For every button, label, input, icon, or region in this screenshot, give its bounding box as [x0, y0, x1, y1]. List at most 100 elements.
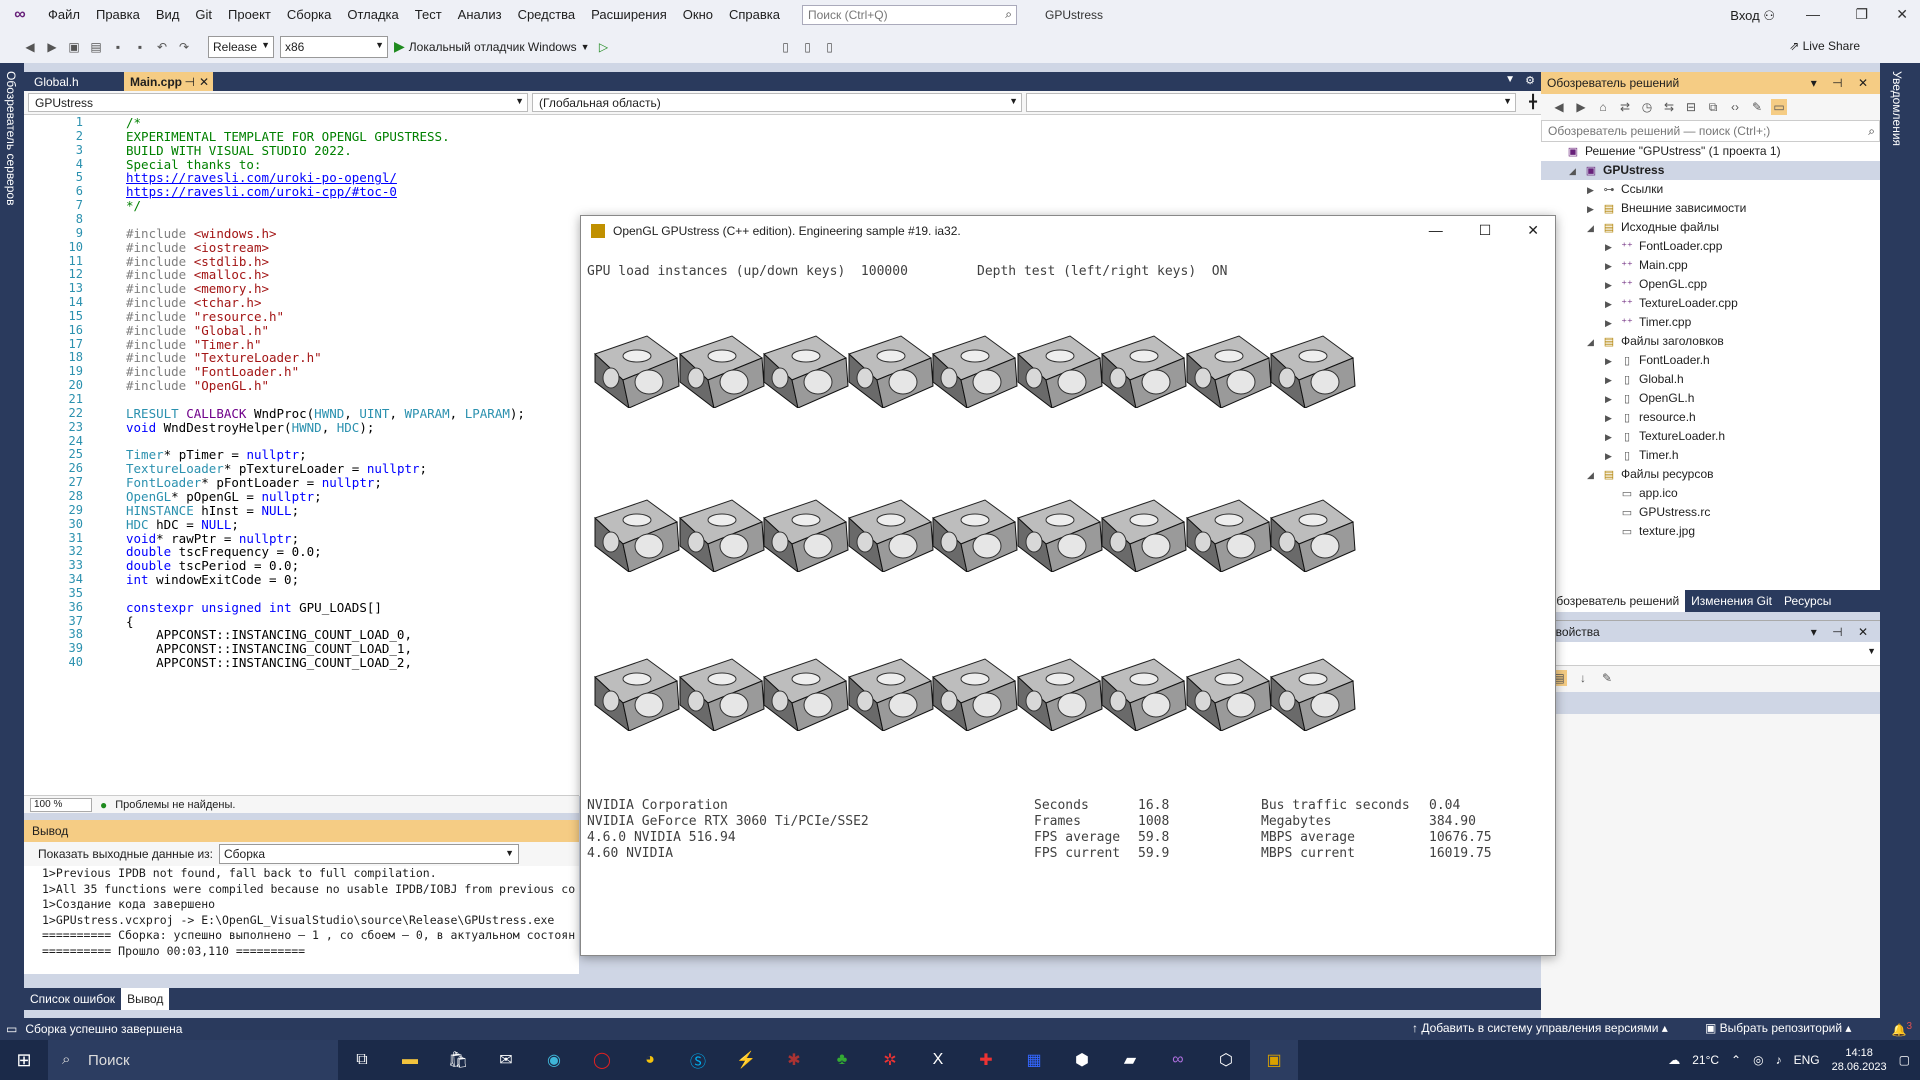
close-button[interactable]: ✕: [1527, 222, 1539, 239]
code-line[interactable]: TextureLoader* pTextureLoader = nullptr;: [126, 461, 427, 476]
code-line[interactable]: LRESULT CALLBACK WndProc(HWND, UINT, WPA…: [126, 406, 525, 421]
tree-item[interactable]: ▶ ▯ resource.h: [1605, 408, 1696, 427]
tray-expand-icon[interactable]: ⌃: [1731, 1053, 1741, 1067]
expand-arrow-icon[interactable]: ▶: [1587, 181, 1601, 200]
code-line[interactable]: double tscPeriod = 0.0;: [126, 558, 299, 573]
code-line[interactable]: HINSTANCE hInst = NULL;: [126, 503, 299, 518]
code-line[interactable]: #include <windows.h>: [126, 226, 277, 241]
output-source-select[interactable]: Сборка ▼: [218, 844, 519, 864]
code-icon[interactable]: ‹›: [1727, 99, 1743, 115]
start-without-debugging-icon[interactable]: ▷: [596, 39, 612, 55]
taskbar-search[interactable]: ⌕ Поиск: [48, 1040, 338, 1080]
clock[interactable]: 14:18 28.06.2023: [1832, 1046, 1887, 1074]
history-icon[interactable]: ◷: [1639, 99, 1655, 115]
windows-start-icon[interactable]: ⊞: [0, 1040, 48, 1080]
code-line[interactable]: #include "resource.h": [126, 309, 284, 324]
tree-item[interactable]: ◢ ▣ GPUstress: [1541, 161, 1880, 180]
tab-resources[interactable]: Ресурсы: [1778, 590, 1837, 612]
add-to-source-control-button[interactable]: ↑ Добавить в систему управления версиями…: [1412, 1021, 1668, 1035]
tree-item[interactable]: ▶ ▯ Global.h: [1605, 370, 1684, 389]
search-input[interactable]: Поиск (Ctrl+Q) ⌕: [801, 5, 1017, 25]
collapse-all-icon[interactable]: ⊟: [1683, 99, 1699, 115]
home-icon[interactable]: ⌂: [1595, 99, 1611, 115]
code-line[interactable]: https://ravesli.com/uroki-po-opengl/: [126, 170, 397, 185]
notifications-button[interactable]: 🔔3: [1891, 1021, 1912, 1037]
preview-icon[interactable]: ▭: [1771, 99, 1787, 115]
tree-item[interactable]: ▭ texture.jpg: [1605, 522, 1695, 541]
bookmark-prev-icon[interactable]: ▯: [800, 39, 816, 55]
tree-item[interactable]: ▶ ⊶ Ссылки: [1587, 180, 1663, 199]
code-line[interactable]: {: [126, 614, 134, 629]
settings-icon[interactable]: ⚙: [1525, 74, 1535, 87]
menu-item[interactable]: Анализ: [450, 0, 510, 30]
open-icon[interactable]: ▤: [88, 39, 104, 55]
tab-solution-explorer[interactable]: Обозреватель решений: [1541, 590, 1686, 612]
expand-arrow-icon[interactable]: ▶: [1587, 200, 1601, 219]
menu-item[interactable]: Отладка: [339, 0, 406, 30]
code-line[interactable]: /*: [126, 115, 141, 130]
tree-item[interactable]: ▭ GPUstress.rc: [1605, 503, 1711, 522]
tree-item[interactable]: ▶ ⁺⁺ OpenGL.cpp: [1605, 275, 1707, 294]
properties-object-select[interactable]: ▼: [1541, 642, 1880, 666]
back-icon[interactable]: ◀: [1551, 99, 1567, 115]
pin-icon[interactable]: ⊣: [185, 75, 195, 89]
menu-item[interactable]: Окно: [675, 0, 721, 30]
skype-icon[interactable]: Ⓢ: [674, 1040, 722, 1080]
tab-main-cpp[interactable]: Main.cpp ⊣ ✕: [124, 72, 213, 91]
virtualbox-icon[interactable]: ⬡: [1202, 1040, 1250, 1080]
code-line[interactable]: #include "OpenGL.h": [126, 378, 269, 393]
code-line[interactable]: #include <iostream>: [126, 240, 269, 255]
app-icon[interactable]: ♣: [818, 1040, 866, 1080]
configuration-select[interactable]: Release ▼: [208, 35, 274, 58]
menu-item[interactable]: Средства: [510, 0, 584, 30]
code-line[interactable]: constexpr unsigned int GPU_LOADS[]: [126, 600, 382, 615]
code-line[interactable]: int windowExitCode = 0;: [126, 572, 299, 587]
mail-icon[interactable]: ✉: [482, 1040, 530, 1080]
panel-controls[interactable]: ▾ ⊣ ✕: [1811, 625, 1874, 639]
expand-arrow-icon[interactable]: ◢: [1587, 333, 1601, 352]
code-line[interactable]: #include "TextureLoader.h": [126, 350, 322, 365]
code-line[interactable]: APPCONST::INSTANCING_COUNT_LOAD_0,: [126, 627, 412, 642]
app-icon[interactable]: ✚: [962, 1040, 1010, 1080]
bookmark-icon[interactable]: ▯: [778, 39, 794, 55]
file-explorer-icon[interactable]: ▬: [386, 1040, 434, 1080]
menu-item[interactable]: Проект: [220, 0, 279, 30]
code-line[interactable]: EXPERIMENTAL TEMPLATE FOR OPENGL GPUSTRE…: [126, 129, 450, 144]
tree-item[interactable]: ◢ ▤ Файлы ресурсов: [1587, 465, 1714, 484]
code-link[interactable]: https://ravesli.com/uroki-po-opengl/: [126, 170, 397, 185]
notifications-strip[interactable]: Уведомления: [1880, 63, 1920, 1018]
tree-item[interactable]: ▶ ⁺⁺ TextureLoader.cpp: [1605, 294, 1738, 313]
app-icon[interactable]: ✱: [770, 1040, 818, 1080]
app-icon[interactable]: ⬢: [1058, 1040, 1106, 1080]
opengl-canvas[interactable]: GPU load instances (up/down keys) 100000…: [581, 246, 1555, 955]
tree-item[interactable]: ▶ ▯ Timer.h: [1605, 446, 1679, 465]
menu-item[interactable]: Git: [187, 0, 220, 30]
code-line[interactable]: void WndDestroyHelper(HWND, HDC);: [126, 420, 374, 435]
code-line[interactable]: #include <memory.h>: [126, 281, 269, 296]
app-icon[interactable]: ▦: [1010, 1040, 1058, 1080]
tab-output[interactable]: Вывод: [121, 988, 170, 1010]
opengl-window[interactable]: OpenGL GPUstress (C++ edition). Engineer…: [580, 215, 1556, 956]
menu-item[interactable]: Расширения: [583, 0, 675, 30]
forward-icon[interactable]: ▶: [44, 39, 60, 55]
app-icon[interactable]: ✲: [866, 1040, 914, 1080]
save-icon[interactable]: ▪: [110, 39, 126, 55]
code-line[interactable]: HDC hDC = NULL;: [126, 517, 239, 532]
tree-item[interactable]: ◢ ▤ Исходные файлы: [1587, 218, 1719, 237]
minimize-button[interactable]: —: [1806, 6, 1820, 22]
volume-icon[interactable]: ♪: [1776, 1053, 1782, 1067]
gpustress-icon[interactable]: ▣: [1250, 1040, 1298, 1080]
tab-git-changes[interactable]: Изменения Git: [1685, 590, 1778, 612]
split-icon[interactable]: ╋: [1529, 94, 1537, 110]
login-button[interactable]: Вход ⚇: [1730, 8, 1775, 24]
menu-item[interactable]: Тест: [407, 0, 450, 30]
code-line[interactable]: APPCONST::INSTANCING_COUNT_LOAD_1,: [126, 641, 412, 656]
show-all-files-icon[interactable]: ⧉: [1705, 99, 1721, 115]
menu-item[interactable]: Сборка: [279, 0, 340, 30]
close-button[interactable]: ✕: [1896, 6, 1908, 23]
panel-controls[interactable]: ▾ ⊣ ✕: [1811, 76, 1874, 90]
switch-views-icon[interactable]: ⇄: [1617, 99, 1633, 115]
code-line[interactable]: Special thanks to:: [126, 157, 261, 172]
close-tab-icon[interactable]: ✕: [199, 75, 209, 89]
menu-item[interactable]: Файл: [40, 0, 88, 30]
